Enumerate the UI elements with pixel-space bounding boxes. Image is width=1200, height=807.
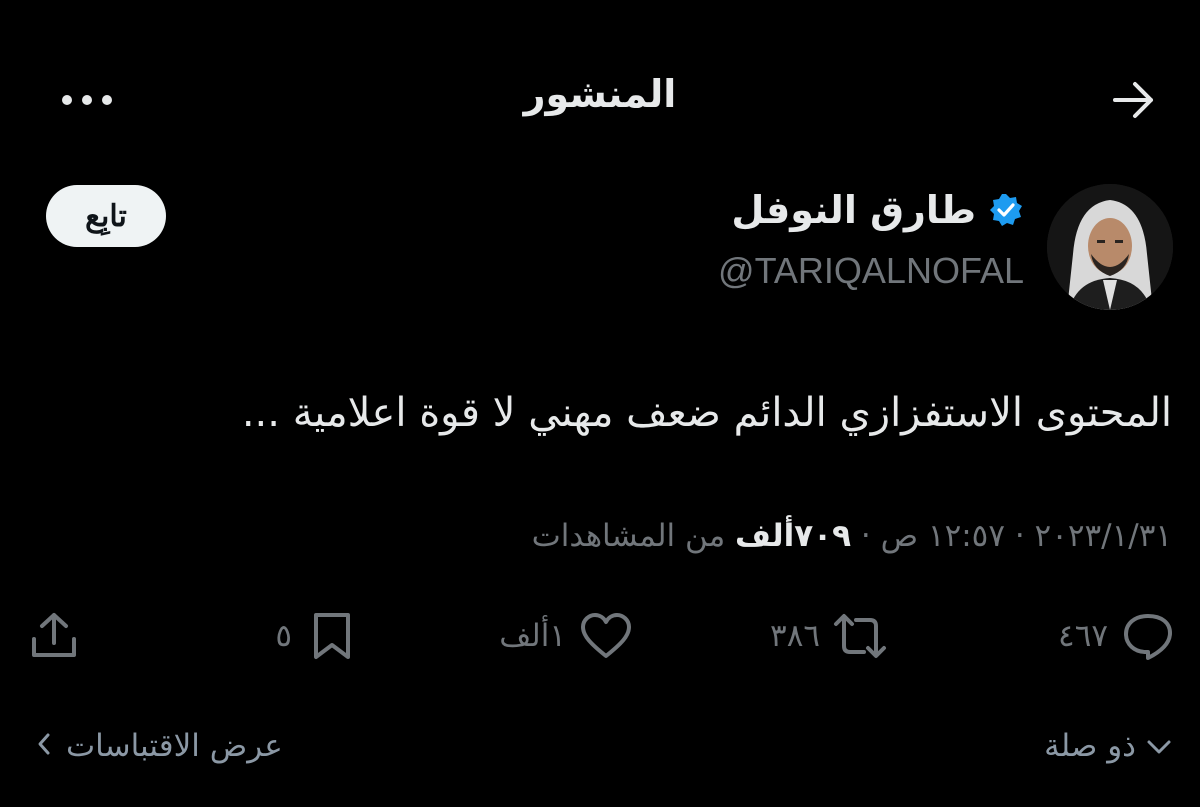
page-title: المنشور — [523, 72, 677, 116]
post-text: المحتوى الاستفزازي الدائم ضعف مهني لا قو… — [241, 390, 1172, 436]
repost-count: ٣٨٦ — [770, 618, 820, 654]
repost-button[interactable]: ٣٨٦ — [770, 606, 888, 666]
avatar[interactable] — [1047, 184, 1173, 310]
author-name-row[interactable]: طارق النوفل — [731, 188, 1024, 232]
related-dropdown[interactable]: ذو صلة — [1044, 728, 1172, 764]
view-quotes-label: عرض الاقتباسات — [66, 728, 283, 764]
share-button[interactable] — [26, 606, 82, 666]
post-time: ١٢:٥٧ ص — [880, 518, 1005, 554]
author-handle[interactable]: @TARIQALNOFAL — [718, 250, 1024, 292]
bookmark-icon — [304, 608, 360, 664]
share-icon — [26, 608, 82, 664]
follow-button[interactable]: تابِع — [46, 185, 166, 247]
meta-separator: · — [1014, 518, 1025, 554]
like-button[interactable]: ١ألف — [499, 606, 634, 666]
post-meta: ٢٠٢٣/١/٣١ · ١٢:٥٧ ص · ٧٠٩ألف من المشاهدا… — [40, 518, 1172, 554]
back-arrow-icon[interactable] — [1108, 78, 1160, 122]
views-count[interactable]: ٧٠٩ألف — [735, 518, 851, 554]
bookmark-count: ٥ — [275, 618, 292, 654]
more-options-icon[interactable] — [58, 88, 116, 112]
verified-badge-icon — [986, 191, 1024, 229]
bookmark-button[interactable]: ٥ — [275, 606, 360, 666]
post-date: ٢٠٢٣/١/٣١ — [1034, 518, 1172, 554]
chevron-down-icon — [1146, 728, 1172, 764]
meta-separator: · — [860, 518, 871, 554]
views-label: من المشاهدات — [531, 518, 726, 554]
reply-icon — [1120, 608, 1176, 664]
view-quotes-link[interactable]: عرض الاقتباسات — [36, 728, 283, 764]
author-display-name[interactable]: طارق النوفل — [731, 188, 976, 232]
related-label: ذو صلة — [1044, 728, 1136, 764]
chevron-left-icon — [36, 728, 52, 764]
like-count: ١ألف — [499, 618, 566, 654]
repost-icon — [832, 608, 888, 664]
reply-count: ٤٦٧ — [1058, 618, 1108, 654]
heart-icon — [578, 608, 634, 664]
reply-button[interactable]: ٤٦٧ — [1058, 606, 1176, 666]
